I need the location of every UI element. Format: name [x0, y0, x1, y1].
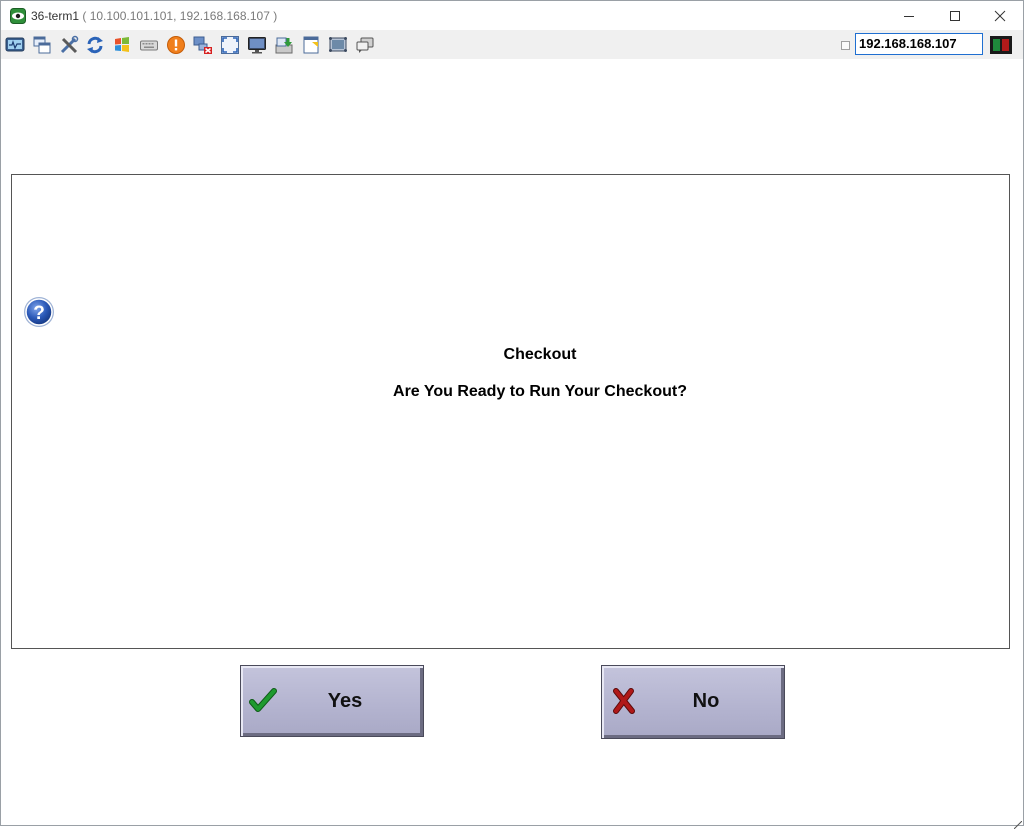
close-button[interactable] [977, 1, 1023, 30]
yes-button-label: Yes [327, 690, 363, 712]
toolbar-checkbox[interactable] [841, 41, 850, 50]
question-help-icon: ? [23, 296, 55, 328]
dialog-message: Are You Ready to Run Your Checkout? [393, 383, 687, 400]
connection-status-indicator [990, 36, 1012, 54]
maximize-button[interactable] [932, 1, 978, 30]
download-icon[interactable] [274, 35, 294, 55]
monitor-activity-icon[interactable] [5, 35, 25, 55]
tools-icon[interactable] [59, 35, 79, 55]
fullscreen-icon[interactable] [220, 35, 240, 55]
svg-text:?: ? [33, 303, 45, 324]
display-icon[interactable] [247, 35, 267, 55]
no-button[interactable]: No [601, 665, 785, 739]
ip-address-field[interactable]: 192.168.168.107 [855, 33, 983, 55]
alert-icon[interactable] [166, 35, 186, 55]
windows-cascade-icon[interactable] [32, 35, 52, 55]
status-red-light [1002, 39, 1009, 51]
window-title: 36-term1 ( 10.100.101.101, 192.168.168.1… [31, 9, 277, 23]
screen-capture-icon[interactable] [328, 35, 348, 55]
windows-logo-icon[interactable] [112, 35, 132, 55]
refresh-icon[interactable] [85, 35, 105, 55]
dialog-title: Checkout [503, 346, 577, 363]
keyboard-icon[interactable] [139, 35, 159, 55]
checkout-dialog: ? Checkout Are You Ready to Run Your Che… [11, 174, 1010, 649]
minimize-icon [904, 15, 914, 17]
network-disconnect-icon[interactable] [193, 35, 213, 55]
yes-button[interactable]: Yes [240, 665, 424, 737]
app-eye-icon [10, 8, 26, 24]
chat-icon[interactable] [355, 35, 375, 55]
window-title-name: 36-term1 [31, 9, 80, 23]
minimize-button[interactable] [886, 1, 932, 30]
no-button-label: No [692, 690, 720, 712]
close-icon [994, 10, 1006, 21]
status-green-light [993, 39, 1000, 51]
resize-grip-icon[interactable] [1013, 816, 1023, 830]
note-icon[interactable] [301, 35, 321, 55]
title-bar[interactable]: 36-term1 ( 10.100.101.101, 192.168.168.1… [1, 1, 1023, 30]
maximize-icon [950, 10, 960, 21]
window-title-addresses: ( 10.100.101.101, 192.168.168.107 ) [79, 9, 278, 23]
toolbar: 192.168.168.107 [1, 30, 1023, 59]
